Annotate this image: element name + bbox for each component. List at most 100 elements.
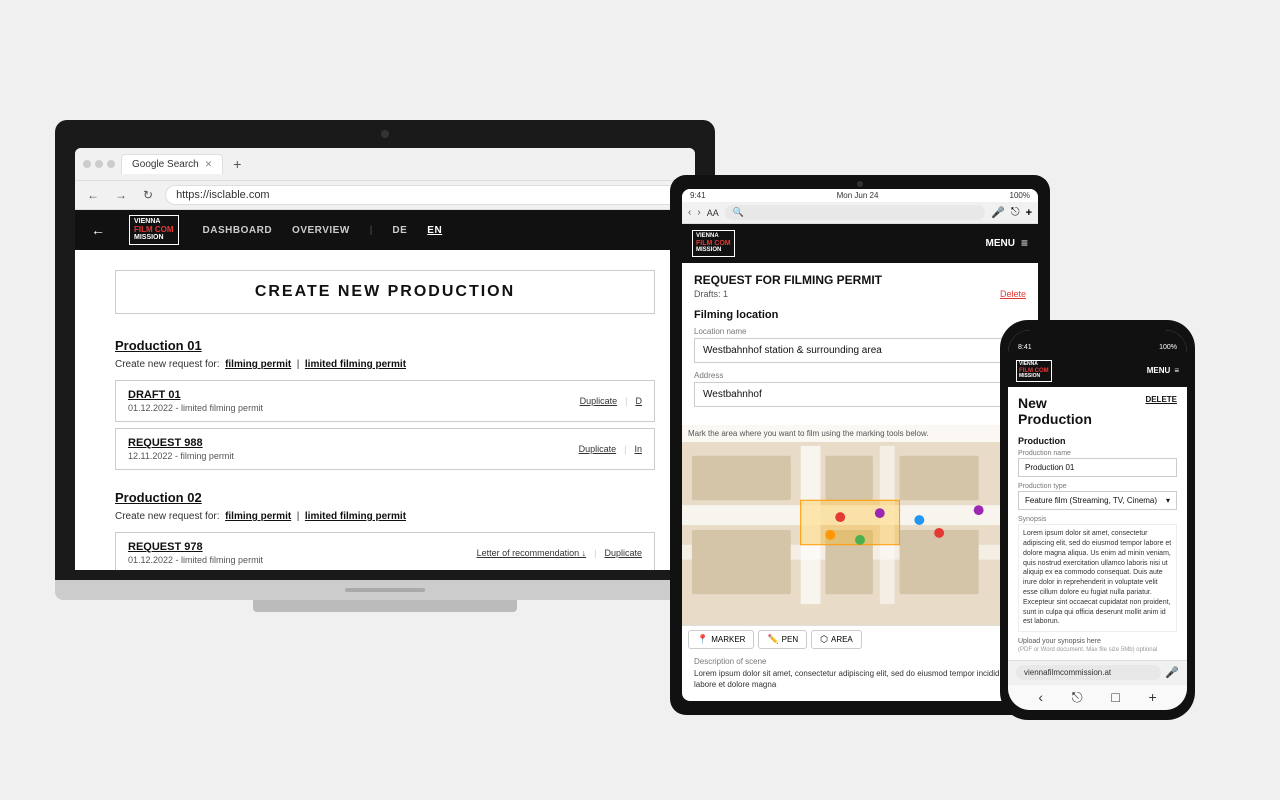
address-input[interactable]: Westbahnhof <box>694 382 1026 407</box>
phone-outer: 8:41 100% VIENNA FILM COM MISSION MENU ≡ <box>1000 320 1195 720</box>
tablet-back-btn[interactable]: ‹ <box>688 207 691 218</box>
aa-label: AA <box>707 208 719 218</box>
tablet-status-bar: 9:41 Mon Jun 24 100% <box>682 189 1038 202</box>
area-icon: ⬡ <box>820 634 828 645</box>
request-978-meta: 01.12.2022 - limited filming permit <box>128 555 263 565</box>
marker-tool-btn[interactable]: 📍 MARKER <box>688 630 754 649</box>
phone-mic-icon: 🎤 <box>1165 666 1179 679</box>
mic-icon: 🎤 <box>991 206 1005 219</box>
production-01-name[interactable]: Production 01 <box>115 338 655 353</box>
phone-tabs-btn[interactable]: + <box>1148 689 1156 706</box>
draft-01-name[interactable]: DRAFT 01 <box>128 389 263 401</box>
browser-dot-yellow <box>95 160 103 168</box>
location-label: Location name <box>694 327 1026 336</box>
browser-back-btn[interactable]: ← <box>83 186 103 204</box>
pen-tool-btn[interactable]: ✏️ PEN <box>758 630 807 649</box>
site-content: CREATE NEW PRODUCTION Production 01 Crea… <box>75 250 695 570</box>
tablet-address-bar[interactable]: 🔍 <box>725 205 985 220</box>
nav-overview[interactable]: OVERVIEW <box>292 225 350 236</box>
nav-dashboard[interactable]: DASHBOARD <box>203 225 273 236</box>
nav-de[interactable]: DE <box>392 225 407 236</box>
browser-chrome: Google Search ✕ + <box>75 148 695 181</box>
pen-icon: ✏️ <box>767 634 778 645</box>
filming-permit-link[interactable]: filming permit <box>225 359 291 370</box>
address-input[interactable]: https://isclable.com <box>165 185 687 205</box>
phone-delete-btn[interactable]: DELETE <box>1145 395 1177 404</box>
filming-permit-link-2[interactable]: filming permit <box>225 511 291 522</box>
request-988-actions: Duplicate | In <box>579 444 642 454</box>
draft-01-item: DRAFT 01 01.12.2022 - limited filming pe… <box>115 380 655 422</box>
request-978-actions: Letter of recommendation ↓ | Duplicate <box>477 548 642 558</box>
plus-icon[interactable]: + <box>1026 207 1032 219</box>
permit-title: REQUEST FOR FILMING PERMIT <box>694 273 1026 287</box>
area-tool-btn[interactable]: ⬡ AREA <box>811 630 862 649</box>
phone-content: New Production DELETE Production Product… <box>1008 387 1187 660</box>
request-988-name[interactable]: REQUEST 988 <box>128 437 234 449</box>
browser-dot-red <box>83 160 91 168</box>
phone-share-btn[interactable]: ⎋ <box>1072 689 1083 706</box>
limited-permit-link-2[interactable]: limited filming permit <box>305 511 406 522</box>
share-icon[interactable]: ⎋ <box>1011 206 1020 219</box>
nav-separator: | <box>370 225 373 236</box>
request-978-duplicate[interactable]: Duplicate <box>604 548 642 558</box>
request-988-info[interactable]: In <box>634 444 642 454</box>
production-01-section: Production 01 Create new request for: fi… <box>115 338 655 470</box>
delete-link[interactable]: Delete <box>1000 289 1026 299</box>
map-toolbar: 📍 MARKER ✏️ PEN ⬡ AREA <box>682 625 1038 653</box>
map-area[interactable]: Mark the area where you want to film usi… <box>682 425 1038 625</box>
request-978-item: REQUEST 978 01.12.2022 - limited filming… <box>115 532 655 570</box>
nav-en[interactable]: EN <box>427 225 442 236</box>
request-988-left: REQUEST 988 12.11.2022 - filming permit <box>128 437 234 461</box>
phone-prod-type-label: Production type <box>1018 483 1177 490</box>
tablet-battery: 100% <box>1010 191 1030 200</box>
phone-bookmark-btn[interactable]: □ <box>1111 689 1119 706</box>
phone-prod-name-input[interactable]: Production 01 <box>1018 458 1177 477</box>
logo-line3: MISSION <box>134 234 174 242</box>
tablet-menu[interactable]: MENU ≡ <box>986 236 1028 250</box>
browser-tab[interactable]: Google Search ✕ <box>121 154 223 174</box>
tablet-time: 9:41 <box>690 191 706 200</box>
draft-01-left: DRAFT 01 01.12.2022 - limited filming pe… <box>128 389 263 413</box>
production-02-name[interactable]: Production 02 <box>115 490 655 505</box>
phone-url-input[interactable]: viennafilmcommission.at <box>1016 665 1161 680</box>
limited-permit-link[interactable]: limited filming permit <box>305 359 406 370</box>
tablet-date: Mon Jun 24 <box>837 191 879 200</box>
browser-add-tab[interactable]: + <box>229 156 245 172</box>
browser-forward-btn[interactable]: → <box>111 186 131 204</box>
production-01-create: Create new request for: filming permit |… <box>115 359 655 370</box>
desc-label: Description of scene <box>682 653 1038 668</box>
phone-menu[interactable]: MENU ≡ <box>1147 366 1179 375</box>
back-arrow-icon[interactable]: ← <box>91 222 105 238</box>
phone-site-nav: VIENNA FILM COM MISSION MENU ≡ <box>1008 355 1187 387</box>
tablet-logo-l1: VIENNA <box>696 233 731 240</box>
laptop-hinge <box>345 588 425 592</box>
draft-01-duplicate[interactable]: Duplicate <box>580 396 618 406</box>
phone-battery: 100% <box>1159 344 1177 351</box>
request-978-name[interactable]: REQUEST 978 <box>128 541 263 553</box>
phone-prod-type-select[interactable]: Feature film (Streaming, TV, Cinema) ▾ <box>1018 491 1177 510</box>
phone-new-prod-title: New Production <box>1018 395 1092 429</box>
draft-count: Drafts: 1 <box>694 289 728 299</box>
phone-synopsis-label: Synopsis <box>1018 516 1177 523</box>
browser-dots <box>83 160 115 168</box>
phone-synopsis-text[interactable]: Lorem ipsum dolor sit amet, consectetur … <box>1018 524 1177 632</box>
tablet-forward-btn[interactable]: › <box>697 207 700 218</box>
request-988-duplicate[interactable]: Duplicate <box>579 444 617 454</box>
phone-prod-name-label: Production name <box>1018 450 1177 457</box>
browser-address-bar: ← → ↻ https://isclable.com <box>75 181 695 210</box>
browser-refresh-btn[interactable]: ↻ <box>139 186 157 204</box>
draft-01-meta: 01.12.2022 - limited filming permit <box>128 403 263 413</box>
phone-time: 8:41 <box>1018 344 1032 351</box>
location-input[interactable]: Westbahnhof station & surrounding area <box>694 338 1026 363</box>
draft-01-delete[interactable]: D <box>636 396 643 406</box>
phone-upload-label: Upload your synopsis here <box>1018 638 1177 645</box>
browser-tab-close[interactable]: ✕ <box>205 159 213 170</box>
phone-address-bar: viennafilmcommission.at 🎤 <box>1008 660 1187 684</box>
laptop-device: Google Search ✕ + ← → ↻ https://isclable… <box>55 120 715 620</box>
phone-bottom-bar: ‹ ⎋ □ + <box>1008 684 1187 710</box>
tablet-site-nav: VIENNA FILM COM MISSION MENU ≡ <box>682 224 1038 263</box>
production-02-create: Create new request for: filming permit |… <box>115 511 655 522</box>
request-978-letter[interactable]: Letter of recommendation ↓ <box>477 548 587 558</box>
phone-hamburger-icon: ≡ <box>1174 366 1179 375</box>
phone-back-btn[interactable]: ‹ <box>1038 689 1043 706</box>
